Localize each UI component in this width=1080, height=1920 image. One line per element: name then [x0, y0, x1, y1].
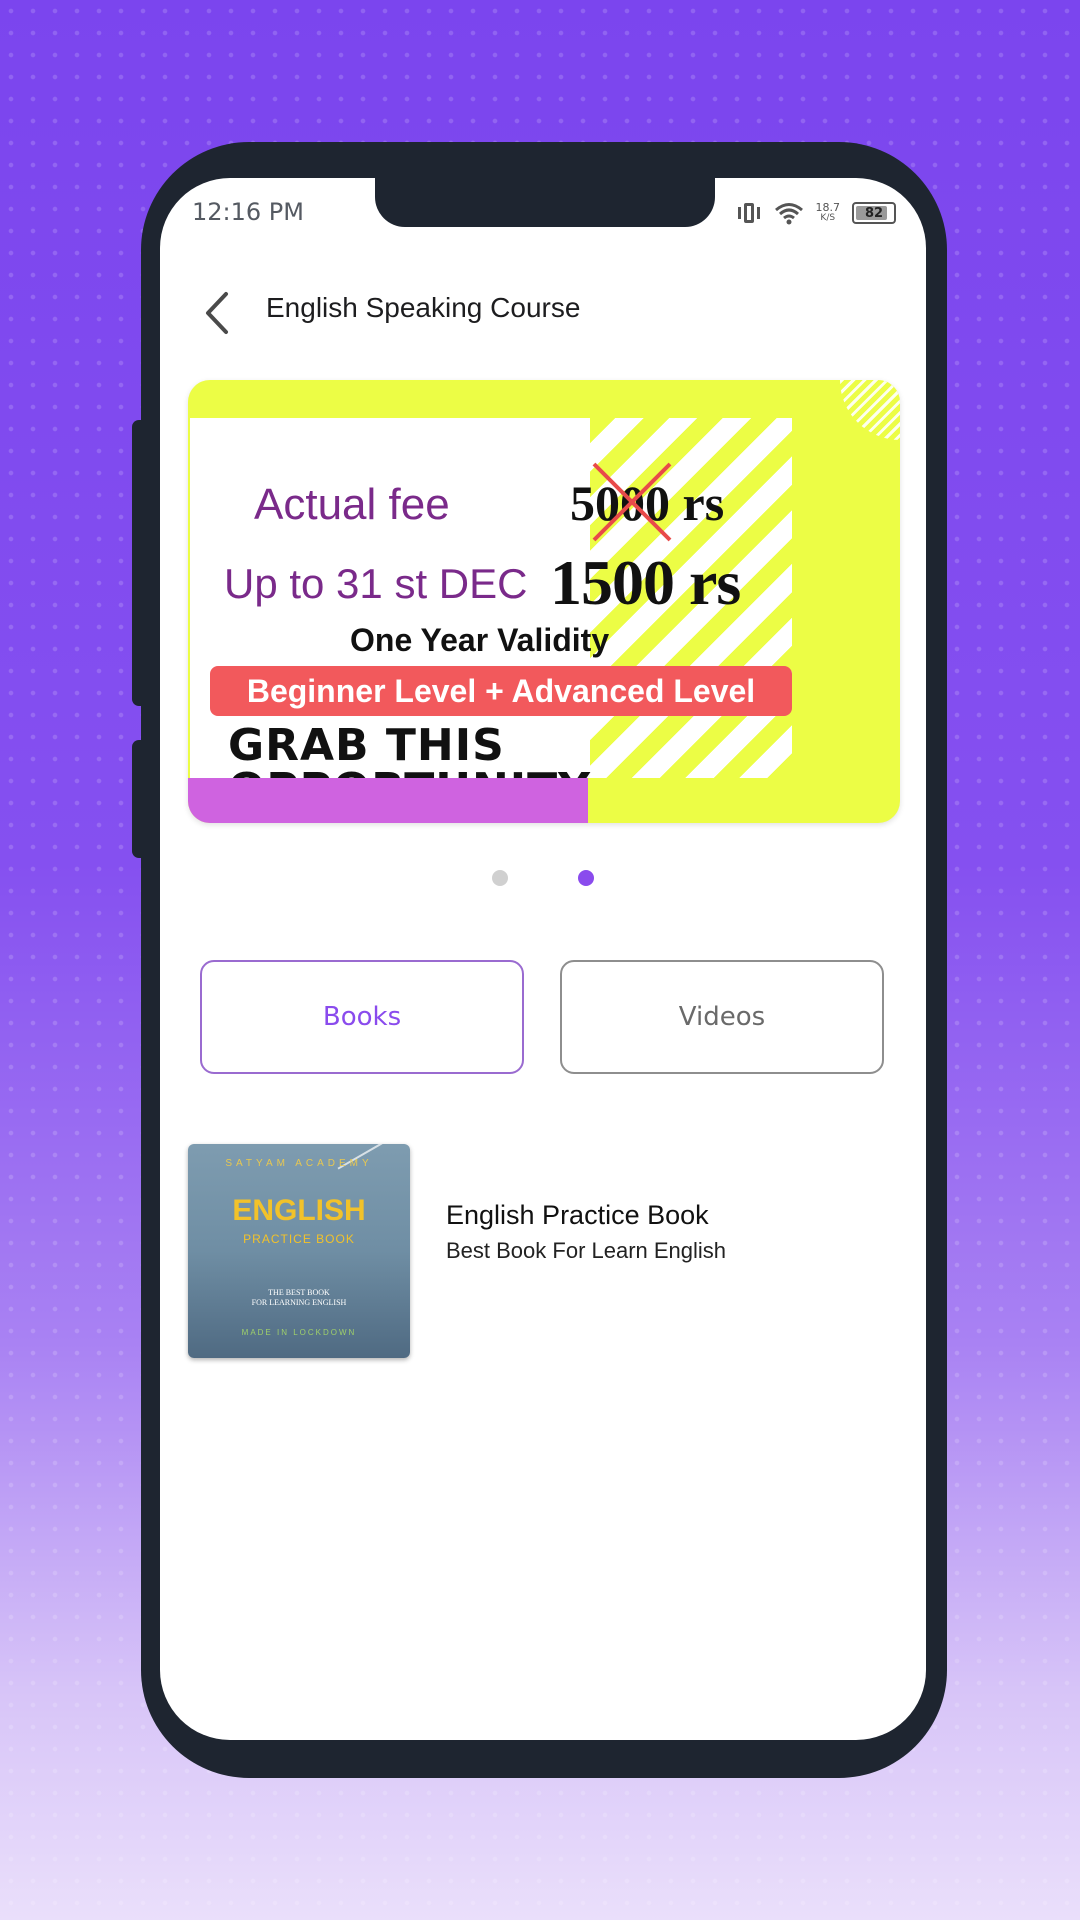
- carousel-dot-active[interactable]: [578, 870, 594, 886]
- cover-tagline: THE BEST BOOK FOR LEARNING ENGLISH: [188, 1288, 410, 1308]
- book-cover: SATYAM ACADEMY ENGLISH PRACTICE BOOK THE…: [188, 1144, 410, 1358]
- actual-fee-label: Actual fee: [254, 480, 450, 529]
- phone-screen: 12:16 PM 18.7 K/S 82 English Speaking Co…: [160, 178, 926, 1740]
- net-speed-unit: K/S: [820, 213, 836, 223]
- level-badge: Beginner Level + Advanced Level: [210, 666, 792, 716]
- tab-books[interactable]: Books: [200, 960, 524, 1074]
- net-speed-value: 18.7: [815, 201, 841, 214]
- tab-videos[interactable]: Videos: [560, 960, 884, 1074]
- vibrate-icon: [736, 201, 762, 225]
- offer-label: Up to 31 st DEC: [224, 560, 528, 607]
- cover-subtitle: PRACTICE BOOK: [243, 1232, 355, 1246]
- status-time: 12:16 PM: [192, 198, 304, 226]
- wifi-icon: [774, 203, 803, 225]
- strikethrough-cross-icon: [592, 462, 672, 542]
- carousel-indicator: [160, 870, 926, 890]
- cover-title: ENGLISH: [232, 1194, 366, 1227]
- new-price: 1500 rs: [550, 547, 741, 618]
- chevron-left-icon: [206, 292, 228, 334]
- list-item[interactable]: SATYAM ACADEMY ENGLISH PRACTICE BOOK THE…: [188, 1144, 900, 1362]
- banner-corner-decoration: [840, 380, 900, 440]
- battery-icon: 82: [852, 202, 896, 224]
- cta-line-1: GRAB THIS: [228, 720, 505, 771]
- battery-level: 82: [864, 205, 884, 221]
- status-icons: 18.7 K/S 82: [736, 198, 896, 228]
- book-description: Best Book For Learn English: [446, 1238, 727, 1263]
- cover-publisher: SATYAM ACADEMY: [225, 1158, 373, 1169]
- book-title: English Practice Book: [446, 1200, 709, 1230]
- banner-panel: Actual fee 5000 rs Up to 31 st DEC 1500 …: [190, 418, 792, 778]
- banner-purple-strip: [188, 778, 588, 823]
- carousel-dot[interactable]: [492, 870, 508, 886]
- cover-tagline-2: FOR LEARNING ENGLISH: [251, 1298, 347, 1307]
- cover-tagline-1: THE BEST BOOK: [268, 1288, 330, 1297]
- cover-footer: MADE IN LOCKDOWN: [241, 1328, 357, 1337]
- promo-banner[interactable]: Actual fee 5000 rs Up to 31 st DEC 1500 …: [188, 380, 900, 823]
- app-header: English Speaking Course: [160, 278, 926, 348]
- page-title: English Speaking Course: [266, 292, 581, 323]
- cta-line-2: OPPORTUNITY: [228, 768, 591, 779]
- back-button[interactable]: [198, 290, 238, 336]
- banner-cta-text: GRAB THIS OPPORTUNITY: [228, 720, 591, 779]
- net-speed: 18.7 K/S: [815, 201, 841, 223]
- camera-notch: [375, 178, 715, 227]
- validity-text: One Year Validity: [350, 622, 610, 658]
